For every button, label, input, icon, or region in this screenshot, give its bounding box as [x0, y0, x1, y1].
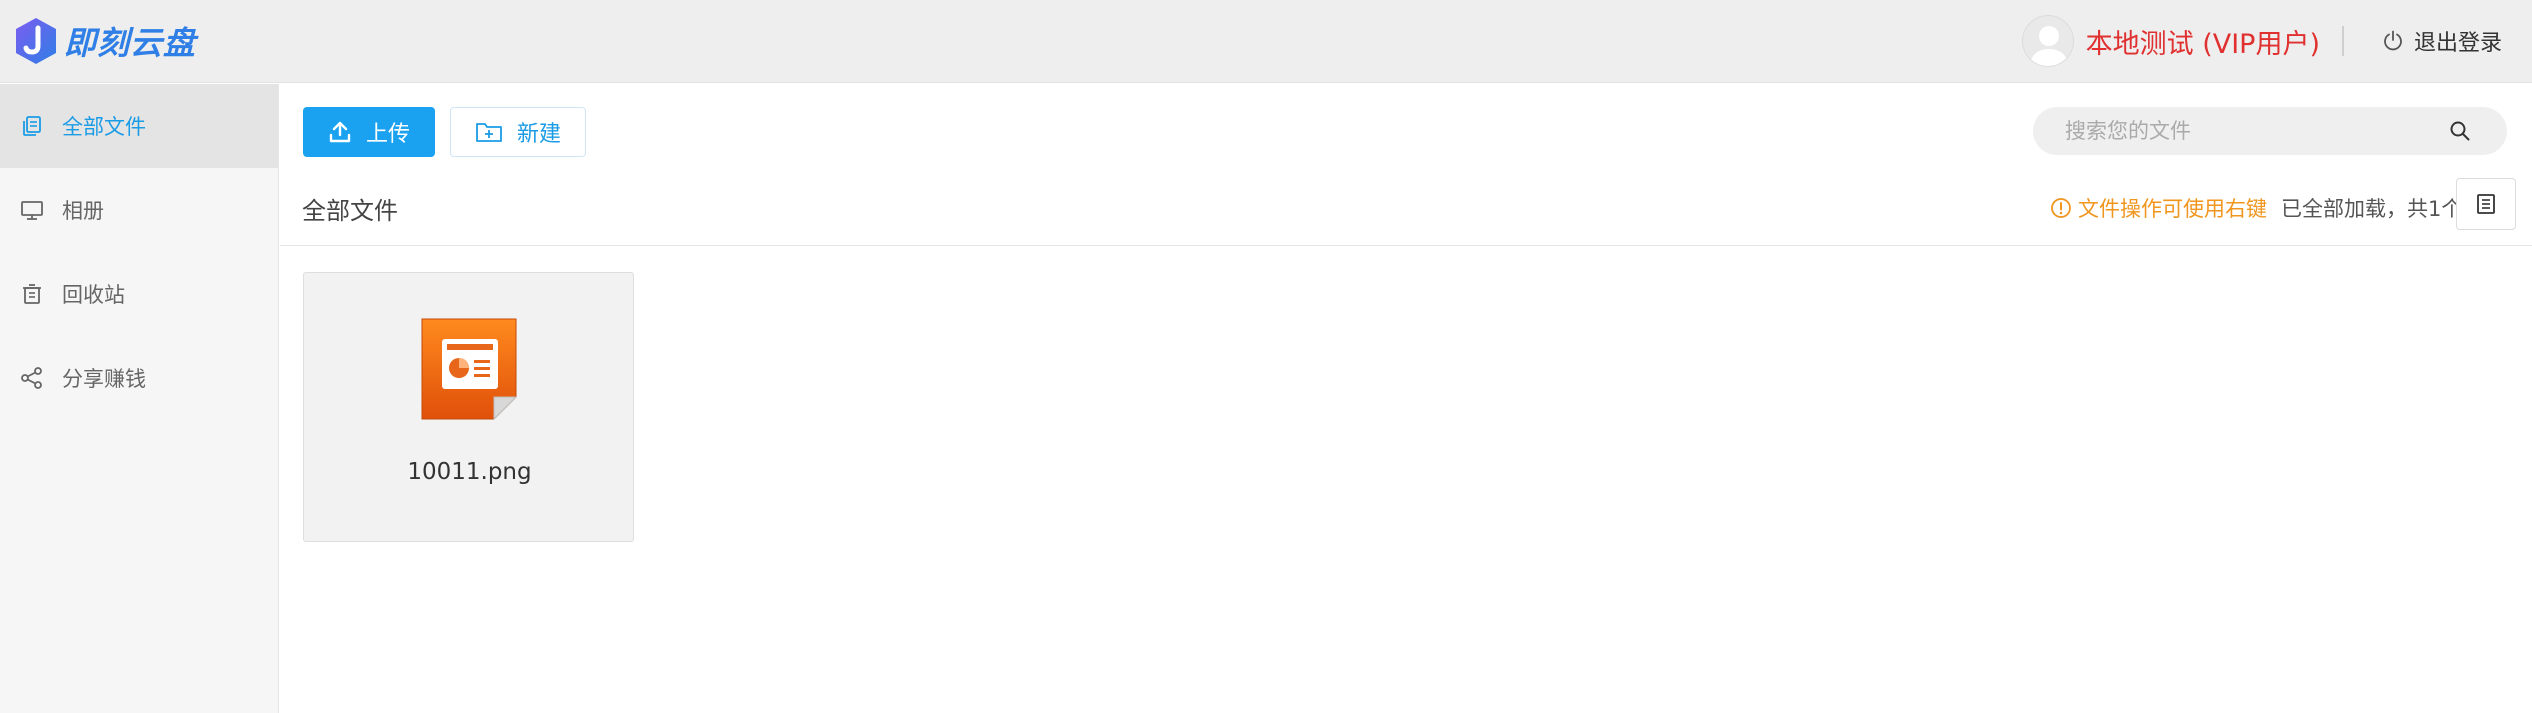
sidebar-item-album[interactable]: 相册 — [0, 168, 278, 252]
app-logo[interactable]: 即刻云盘 — [14, 14, 196, 68]
main-content: 上传 新建 全部文件 文件操作可使用右键 已全部加载，共1个 — [280, 84, 2532, 713]
file-name: 10011.png — [407, 459, 532, 485]
list-view-icon — [2477, 194, 2495, 214]
sidebar-item-all-files[interactable]: 全部文件 — [0, 84, 278, 168]
user-area: 本地测试 (VIP用户) 退出登录 — [2021, 14, 2502, 68]
header-divider — [2341, 26, 2344, 56]
breadcrumb[interactable]: 全部文件 — [302, 191, 398, 226]
power-icon — [2384, 30, 2402, 51]
presentation-file-icon — [421, 318, 518, 421]
sidebar-item-label: 全部文件 — [62, 115, 146, 139]
logo-icon — [16, 18, 56, 64]
username[interactable]: 本地测试 (VIP用户) — [2086, 22, 2320, 61]
new-folder-button[interactable]: 新建 — [450, 107, 586, 157]
search-box — [2033, 107, 2507, 155]
monitor-icon — [21, 201, 43, 220]
sidebar-item-share-earn[interactable]: 分享赚钱 — [0, 336, 278, 420]
trash-icon — [23, 284, 41, 304]
right-click-hint: 文件操作可使用右键 — [2050, 193, 2267, 223]
sidebar-item-label: 分享赚钱 — [62, 367, 146, 391]
files-icon — [23, 116, 41, 136]
hint-bar: 文件操作可使用右键 已全部加载，共1个 — [2050, 193, 2462, 223]
new-label: 新建 — [516, 122, 561, 147]
hint-text: 文件操作可使用右键 — [2078, 197, 2267, 221]
content-divider — [280, 245, 2532, 246]
share-icon — [21, 367, 42, 389]
file-card[interactable]: 10011.png — [303, 272, 634, 542]
search-input[interactable] — [2065, 107, 2445, 155]
user-avatar-icon — [2028, 26, 2069, 66]
search-icon[interactable] — [2449, 120, 2471, 142]
sidebar-item-label: 相册 — [62, 199, 104, 223]
logo-text: 即刻云盘 — [64, 24, 197, 62]
sidebar: 全部文件 相册 回收站 分享赚钱 — [0, 84, 279, 713]
warning-icon — [2051, 198, 2071, 218]
top-header: 即刻云盘 本地测试 (VIP用户) 退出登录 — [0, 0, 2532, 83]
sidebar-item-label: 回收站 — [62, 283, 125, 307]
logout-label: 退出登录 — [2413, 31, 2502, 56]
upload-button[interactable]: 上传 — [303, 107, 435, 157]
view-toggle-button[interactable] — [2456, 178, 2516, 230]
folder-add-icon — [476, 123, 502, 142]
upload-label: 上传 — [365, 122, 410, 147]
avatar[interactable] — [2021, 15, 2074, 67]
logout-button[interactable]: 退出登录 — [2382, 25, 2502, 57]
upload-icon — [329, 121, 351, 143]
sidebar-item-recycle-bin[interactable]: 回收站 — [0, 252, 278, 336]
load-status: 已全部加载，共1个 — [2281, 197, 2463, 221]
